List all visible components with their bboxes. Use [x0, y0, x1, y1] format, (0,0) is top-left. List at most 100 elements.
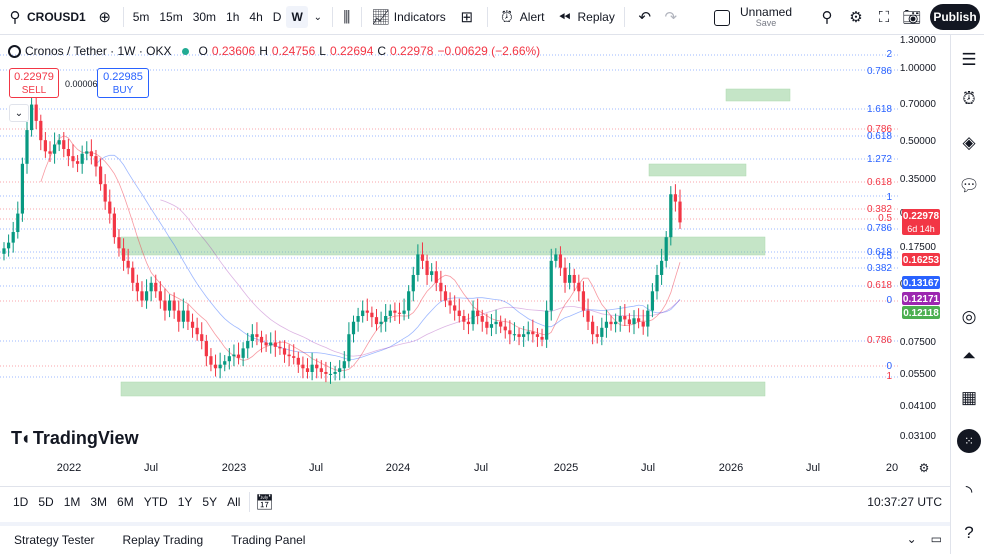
help-icon[interactable]: ? — [958, 522, 980, 544]
tab-strategy-tester[interactable]: Strategy Tester — [0, 533, 108, 547]
candle-body — [269, 342, 273, 346]
candle-body — [158, 291, 162, 301]
indicators-label: Indicators — [393, 10, 446, 24]
candle-body — [535, 334, 540, 337]
chevron-down-icon[interactable]: ⌄ — [907, 532, 917, 546]
candle-body — [154, 282, 158, 292]
chart-canvas[interactable]: 1.300001.000000.700000.500000.350000.250… — [0, 36, 950, 484]
quick-search-icon[interactable]: ⚲ — [817, 7, 837, 27]
candle-body — [172, 300, 176, 311]
replay-label: Replay — [577, 10, 615, 24]
replay-button[interactable]: ⏪︎ Replay — [549, 0, 619, 35]
legend-l-label: L — [319, 44, 326, 58]
candle-body — [167, 300, 172, 311]
settings-gear-icon[interactable]: ⚙ — [846, 7, 866, 27]
fullscreen-icon[interactable]: ⛶ — [874, 7, 894, 27]
candle-body — [517, 334, 521, 337]
timeframe-5m[interactable]: 5m — [128, 6, 155, 28]
candle-body — [568, 274, 572, 283]
candle-body — [595, 334, 599, 337]
candle-body — [397, 312, 402, 314]
tab-trading-panel[interactable]: Trading Panel — [217, 533, 319, 547]
indicators-icon: 📈︎ — [371, 9, 391, 26]
calendar-icon[interactable]: ▦ — [958, 387, 980, 409]
templates-grid-icon[interactable]: ⊞ — [457, 7, 477, 27]
time-tick: Jul — [641, 462, 655, 474]
price-tick: 0.70000 — [900, 99, 937, 110]
legend-high: 0.24756 — [271, 44, 316, 58]
timeframe-30m[interactable]: 30m — [188, 6, 221, 28]
checkbox-icon[interactable] — [714, 10, 730, 26]
fib-label: 0 — [886, 295, 892, 306]
candle-body — [342, 361, 346, 369]
timeframe-d[interactable]: D — [268, 6, 287, 28]
chat-icon[interactable]: 💬︎ — [958, 175, 980, 197]
apps-grid-icon[interactable]: ⁙ — [957, 429, 981, 453]
timeframe-1h[interactable]: 1h — [221, 6, 244, 28]
range-1y[interactable]: 1Y — [173, 495, 198, 509]
candle-body — [218, 364, 222, 369]
symbol-name: CROUSD1 — [27, 10, 86, 24]
tab-replay-trading[interactable]: Replay Trading — [108, 533, 217, 547]
search-icon: ⚲ — [9, 9, 21, 26]
range-1m[interactable]: 1M — [59, 495, 86, 509]
legend-o-label: O — [198, 44, 208, 58]
chevron-down-icon[interactable]: ⌄ — [308, 7, 328, 27]
publish-button[interactable]: Publish — [930, 4, 980, 30]
range-5d[interactable]: 5D — [33, 495, 58, 509]
price-label-value: 0.12171 — [903, 294, 940, 305]
price-tick: 0.05500 — [900, 369, 937, 380]
price-label-value: 0.22978 — [903, 211, 940, 222]
candle-body — [508, 330, 512, 335]
range-5y[interactable]: 5Y — [197, 495, 222, 509]
candle-body — [420, 254, 425, 261]
clock[interactable]: 10:37:27 UTC — [867, 495, 942, 509]
calendar-icon[interactable]: 📅︎ — [254, 492, 274, 512]
candles-chart-type-icon[interactable]: ⫼ — [337, 7, 357, 27]
candle-body — [466, 321, 471, 325]
range-6m[interactable]: 6M — [112, 495, 139, 509]
symbol-search[interactable]: ⚲ CROUSD1 — [0, 0, 91, 35]
time-tick: 2022 — [57, 462, 81, 474]
range-ytd[interactable]: YTD — [139, 495, 173, 509]
alerts-clock-icon[interactable]: ⏰︎ — [958, 88, 980, 110]
layout-save[interactable]: Unnamed Save — [714, 6, 792, 29]
pattern-icon[interactable]: ⏶ — [958, 345, 980, 367]
range-all[interactable]: All — [222, 495, 245, 509]
compare-add-icon[interactable]: ⊕ — [95, 7, 115, 27]
price-labels: 0.22978 6d 14h 0.16253 0.13167 0.12171 0.1211… — [902, 209, 940, 319]
candle-body — [126, 260, 130, 268]
price-tick: 0.04100 — [900, 401, 937, 412]
candle-body — [135, 282, 139, 292]
layers-icon[interactable]: ◈ — [958, 132, 980, 154]
timeframe-w[interactable]: W — [286, 6, 308, 28]
market-status-dot-icon — [181, 47, 189, 55]
candle-body — [209, 356, 213, 365]
camera-icon[interactable]: 📷︎ — [902, 7, 922, 27]
range-3m[interactable]: 3M — [85, 495, 112, 509]
maximize-icon[interactable]: ▭ — [931, 532, 942, 546]
sell-button[interactable]: 0.22979 SELL — [9, 68, 59, 98]
redo-icon[interactable]: ↷ — [661, 7, 681, 27]
watchlist-icon[interactable]: ☰ — [958, 49, 980, 71]
indicators-button[interactable]: 📈︎ Indicators — [366, 0, 451, 35]
time-tick: 2026 — [719, 462, 743, 474]
candle-body — [485, 321, 489, 328]
collapse-legend-button[interactable]: ⌄ — [9, 104, 29, 122]
target-icon[interactable]: ◎ — [958, 306, 980, 328]
candle-body — [213, 364, 218, 369]
broadcast-icon[interactable]: ◝ — [958, 481, 980, 503]
candle-body — [80, 153, 84, 164]
candle-body — [301, 364, 305, 369]
candle-body — [34, 104, 38, 121]
zone-rect — [725, 88, 791, 102]
undo-icon[interactable]: ↶ — [635, 7, 655, 27]
timeframe-15m[interactable]: 15m — [154, 6, 187, 28]
range-1d[interactable]: 1D — [8, 495, 33, 509]
candle-body — [264, 342, 268, 346]
alert-button[interactable]: ⏰︎ Alert — [492, 0, 550, 35]
candle-body — [29, 104, 34, 131]
candle-body — [98, 166, 103, 185]
buy-button[interactable]: 0.22985 BUY — [97, 68, 149, 98]
timeframe-4h[interactable]: 4h — [244, 6, 267, 28]
